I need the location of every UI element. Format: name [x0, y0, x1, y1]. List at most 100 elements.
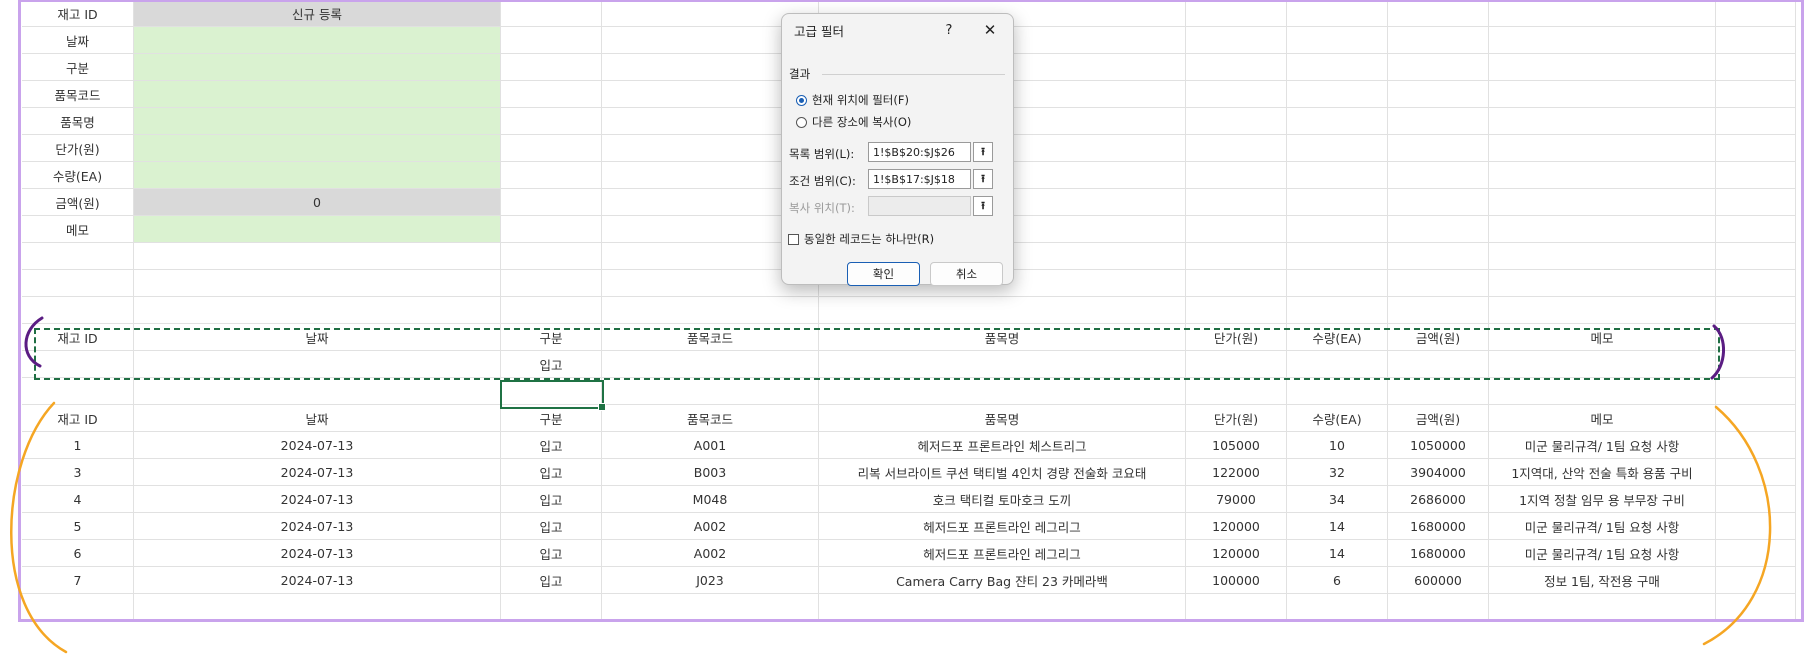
sheet-cell[interactable] — [1186, 81, 1287, 108]
sheet-cell[interactable] — [1716, 297, 1796, 324]
sheet-cell[interactable] — [501, 0, 602, 27]
sheet-cell[interactable] — [1388, 243, 1489, 270]
sheet-cell[interactable] — [1388, 54, 1489, 81]
criteria-cell[interactable] — [1489, 351, 1716, 378]
sheet-cell[interactable] — [1186, 135, 1287, 162]
sheet-cell[interactable] — [1489, 162, 1716, 189]
sheet-cell[interactable] — [819, 594, 1186, 621]
criteria-header[interactable]: 수량(EA) — [1287, 324, 1388, 351]
criteria-header[interactable]: 단가(원) — [1186, 324, 1287, 351]
table-cell[interactable]: 1050000 — [1388, 432, 1489, 459]
criteria-cell[interactable] — [819, 351, 1186, 378]
sheet-cell[interactable] — [501, 27, 602, 54]
sheet-cell[interactable] — [1489, 297, 1716, 324]
sheet-cell[interactable] — [1716, 189, 1796, 216]
table-cell[interactable]: A002 — [602, 540, 819, 567]
sheet-cell[interactable] — [1287, 135, 1388, 162]
sheet-cell[interactable] — [1716, 351, 1796, 378]
form-value[interactable]: 신규 등록 — [134, 0, 501, 27]
checkbox-icon[interactable] — [788, 233, 799, 245]
table-cell[interactable]: 14 — [1287, 540, 1388, 567]
table-header[interactable]: 수량(EA) — [1287, 405, 1388, 432]
sheet-cell[interactable] — [1489, 189, 1716, 216]
table-cell[interactable]: B003 — [602, 459, 819, 486]
criteria-cell[interactable] — [602, 351, 819, 378]
table-cell[interactable]: 34 — [1287, 486, 1388, 513]
sheet-cell[interactable] — [1186, 594, 1287, 621]
sheet-cell[interactable] — [1287, 81, 1388, 108]
radio-unselected-icon[interactable] — [796, 116, 807, 128]
sheet-cell[interactable] — [1388, 270, 1489, 297]
cancel-button[interactable]: 취소 — [930, 262, 1003, 286]
table-cell[interactable]: 1680000 — [1388, 540, 1489, 567]
table-cell[interactable]: 4 — [22, 486, 134, 513]
table-header[interactable]: 품목명 — [819, 405, 1186, 432]
table-cell[interactable]: 3904000 — [1388, 459, 1489, 486]
form-label[interactable]: 수량(EA) — [22, 162, 134, 189]
table-cell[interactable]: 5 — [22, 513, 134, 540]
criteria-header[interactable]: 재고 ID — [22, 324, 134, 351]
sheet-cell[interactable] — [1716, 567, 1796, 594]
form-label[interactable]: 구분 — [22, 54, 134, 81]
table-cell[interactable]: 1지역 정찰 임무 용 부무장 구비 — [1489, 486, 1716, 513]
sheet-cell[interactable] — [1388, 594, 1489, 621]
sheet-cell[interactable] — [1388, 27, 1489, 54]
sheet-cell[interactable] — [501, 270, 602, 297]
sheet-cell[interactable] — [1287, 189, 1388, 216]
sheet-cell[interactable] — [1388, 216, 1489, 243]
sheet-cell[interactable] — [1186, 216, 1287, 243]
table-cell[interactable]: 입고 — [501, 513, 602, 540]
table-cell[interactable]: 입고 — [501, 540, 602, 567]
table-cell[interactable]: 1680000 — [1388, 513, 1489, 540]
sheet-cell[interactable] — [1388, 108, 1489, 135]
sheet-cell[interactable] — [1186, 0, 1287, 27]
sheet-cell[interactable] — [1716, 405, 1796, 432]
table-cell[interactable]: 입고 — [501, 567, 602, 594]
sheet-cell[interactable] — [134, 270, 501, 297]
sheet-cell[interactable] — [22, 378, 134, 405]
sheet-cell[interactable] — [501, 54, 602, 81]
sheet-cell[interactable] — [1716, 324, 1796, 351]
sheet-cell[interactable] — [1186, 189, 1287, 216]
criteria-cell[interactable]: 입고 — [501, 351, 602, 378]
unique-records-checkbox[interactable]: 동일한 레코드는 하나만(R) — [788, 231, 934, 247]
sheet-cell[interactable] — [22, 270, 134, 297]
sheet-cell[interactable] — [1287, 216, 1388, 243]
sheet-cell[interactable] — [1186, 54, 1287, 81]
table-cell[interactable]: M048 — [602, 486, 819, 513]
sheet-cell[interactable] — [1186, 270, 1287, 297]
table-cell[interactable]: 정보 1팀, 작전용 구매 — [1489, 567, 1716, 594]
table-header[interactable]: 금액(원) — [1388, 405, 1489, 432]
table-cell[interactable]: 입고 — [501, 459, 602, 486]
criteria-header[interactable]: 품목코드 — [602, 324, 819, 351]
sheet-cell[interactable] — [602, 378, 819, 405]
table-header[interactable]: 품목코드 — [602, 405, 819, 432]
form-value[interactable] — [134, 81, 501, 108]
sheet-cell[interactable] — [1489, 108, 1716, 135]
sheet-cell[interactable] — [1287, 378, 1388, 405]
table-cell[interactable]: 32 — [1287, 459, 1388, 486]
sheet-cell[interactable] — [22, 243, 134, 270]
sheet-cell[interactable] — [602, 594, 819, 621]
sheet-cell[interactable] — [1388, 378, 1489, 405]
table-cell[interactable]: 6 — [1287, 567, 1388, 594]
sheet-cell[interactable] — [1716, 81, 1796, 108]
sheet-cell[interactable] — [1287, 243, 1388, 270]
sheet-cell[interactable] — [1287, 594, 1388, 621]
table-header[interactable]: 재고 ID — [22, 405, 134, 432]
sheet-cell[interactable] — [1287, 27, 1388, 54]
sheet-cell[interactable] — [1287, 270, 1388, 297]
table-cell[interactable]: 3 — [22, 459, 134, 486]
form-label[interactable]: 금액(원) — [22, 189, 134, 216]
table-cell[interactable]: 입고 — [501, 486, 602, 513]
sheet-cell[interactable] — [501, 216, 602, 243]
table-cell[interactable]: 1지역대, 산악 전술 특화 용품 구비 — [1489, 459, 1716, 486]
table-cell[interactable]: 헤저드포 프론트라인 레그리그 — [819, 513, 1186, 540]
sheet-cell[interactable] — [1716, 270, 1796, 297]
table-cell[interactable]: 2024-07-13 — [134, 459, 501, 486]
table-header[interactable]: 메모 — [1489, 405, 1716, 432]
table-cell[interactable]: 리복 서브라이트 쿠션 택티벌 4인치 경량 전술화 코요태 — [819, 459, 1186, 486]
table-cell[interactable]: 호크 택티컬 토마호크 도끼 — [819, 486, 1186, 513]
sheet-cell[interactable] — [134, 243, 501, 270]
sheet-cell[interactable] — [1186, 27, 1287, 54]
